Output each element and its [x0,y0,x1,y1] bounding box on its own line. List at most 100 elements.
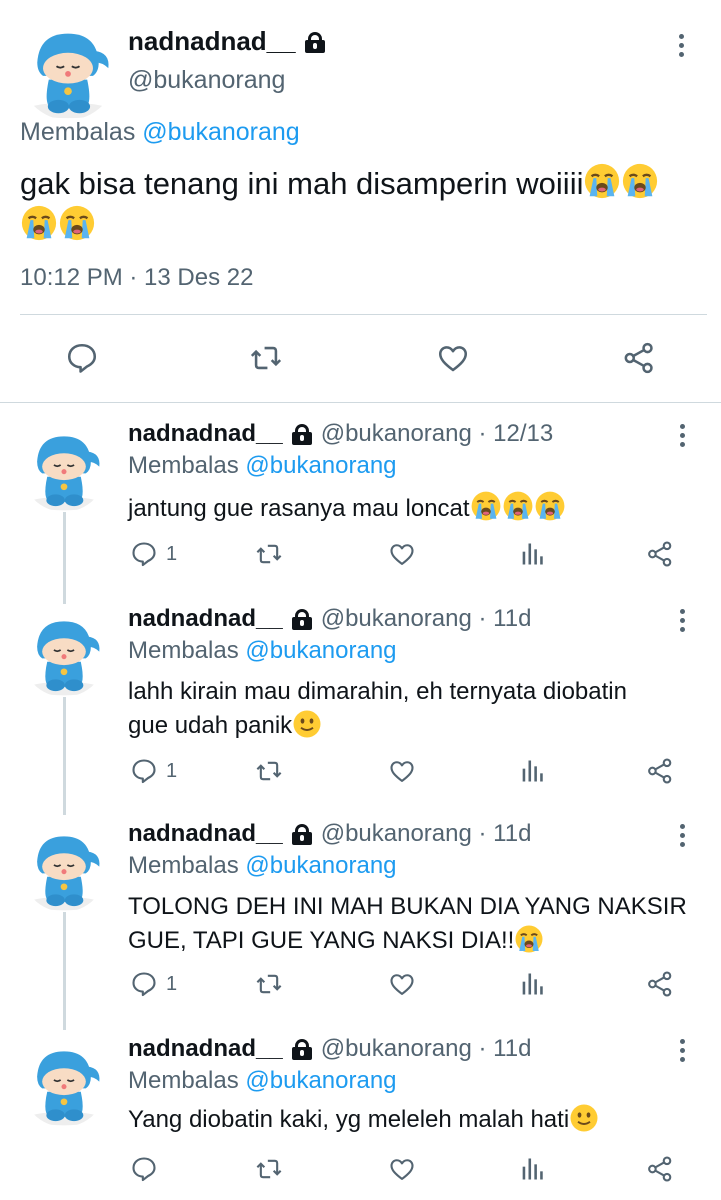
loudly-crying-emoji [502,490,534,522]
more-icon[interactable] [678,609,686,632]
replying-mention[interactable]: @bukanorang [245,452,396,479]
like-icon [388,970,416,998]
reply-button[interactable]: 1 [130,753,177,789]
retweet-button[interactable] [255,1151,283,1187]
timestamp[interactable]: 10:12 PM · 13 Des 22 [20,264,253,292]
reply-header: nadnadnad__ @bukanorang · 12/13 [128,418,553,450]
divider [0,402,721,403]
slightly-smiling-emoji [569,1103,599,1133]
tweet-actions: 1 [0,966,721,1002]
lock-icon [304,31,326,53]
like-button[interactable] [388,1151,416,1187]
share-button[interactable] [619,334,659,382]
share-button[interactable] [646,536,674,572]
reply-count: 1 [166,542,178,565]
replying-to: Membalas @bukanorang [128,852,397,880]
display-name[interactable]: nadnadnad__ [128,605,283,633]
retweet-button[interactable] [255,536,283,572]
analytics-icon [518,757,546,785]
reply-icon [130,757,158,785]
display-name-text[interactable]: nadnadnad__ [128,26,296,57]
reply-button[interactable] [130,1151,166,1187]
tweet-actions: 1 [0,536,721,572]
analytics-button[interactable] [518,966,546,1002]
reply-count: 1 [166,972,178,995]
user-handle[interactable]: @bukanorang · 11d [321,1035,532,1063]
like-button[interactable] [433,334,473,382]
replying-mention[interactable]: @bukanorang [245,852,396,879]
reply-button[interactable]: 1 [130,536,177,572]
loudly-crying-emoji [621,162,659,200]
reply-tweet[interactable]: nadnadnad__ @bukanorang · 11d Membalas @… [0,818,721,1018]
like-button[interactable] [388,966,416,1002]
retweet-button[interactable] [246,334,286,382]
retweet-button[interactable] [255,753,283,789]
avatar[interactable] [20,24,116,120]
tweet-text-body: Yang diobatin kaki, yg meleleh malah hat… [128,1106,570,1133]
more-icon[interactable] [677,34,685,57]
display-name[interactable]: nadnadnad__ [128,420,283,448]
analytics-icon [518,1155,546,1183]
share-icon [646,757,674,785]
replying-prefix: Membalas [128,1067,239,1094]
share-icon [646,1155,674,1183]
more-icon[interactable] [678,824,686,847]
loudly-crying-emoji [583,162,621,200]
main-tweet: nadnadnad__ @bukanorang Membalas @bukano… [0,0,721,403]
like-button[interactable] [388,536,416,572]
tweet-actions [0,334,721,386]
retweet-icon [255,1155,283,1183]
display-name[interactable]: nadnadnad__ [128,26,326,57]
replying-prefix: Membalas [128,452,239,479]
share-icon [646,540,674,568]
analytics-button[interactable] [518,753,546,789]
tweet-text-line: gue udah panik [128,712,293,739]
share-icon [622,341,656,375]
tweet-text-body: gak bisa tenang ini mah disamperin woiii… [20,166,584,201]
replying-mention[interactable]: @bukanorang [245,637,396,664]
share-icon [646,970,674,998]
display-name[interactable]: nadnadnad__ [128,820,283,848]
like-icon [388,757,416,785]
share-button[interactable] [646,966,674,1002]
reply-icon [130,970,158,998]
share-button[interactable] [646,753,674,789]
user-handle[interactable]: @bukanorang · 12/13 [321,420,554,448]
reply-header: nadnadnad__ @bukanorang · 11d [128,1033,531,1065]
lock-icon [291,424,313,445]
avatar[interactable] [22,828,106,912]
reply-tweet[interactable]: nadnadnad__ @bukanorang · 11d Membalas @… [0,1033,721,1200]
reply-tweet[interactable]: nadnadnad__ @bukanorang · 11d Membalas @… [0,603,721,803]
more-icon[interactable] [678,1039,686,1062]
reply-button[interactable] [62,334,102,382]
tweet-text-body: jantung gue rasanya mau loncat [128,495,470,522]
reply-header: nadnadnad__ @bukanorang · 11d [128,603,531,635]
like-button[interactable] [388,753,416,789]
analytics-button[interactable] [518,1151,546,1187]
retweet-button[interactable] [255,966,283,1002]
user-handle[interactable]: @bukanorang · 11d [321,820,532,848]
tweet-text: Yang diobatin kaki, yg meleleh malah hat… [128,1103,688,1137]
replying-to: Membalas @bukanorang [128,452,397,480]
loudly-crying-emoji [514,924,544,954]
reply-icon [65,341,99,375]
lock-icon [291,1039,313,1060]
user-handle[interactable]: @bukanorang · 11d [321,605,532,633]
avatar[interactable] [22,428,106,512]
reply-icon [130,1155,158,1183]
reply-tweet[interactable]: nadnadnad__ @bukanorang · 12/13 Membalas… [0,418,721,590]
avatar[interactable] [22,613,106,697]
replying-mention[interactable]: @bukanorang [245,1067,396,1094]
like-icon [388,1155,416,1183]
display-name[interactable]: nadnadnad__ [128,1035,283,1063]
user-handle[interactable]: @bukanorang [128,66,285,95]
share-button[interactable] [646,1151,674,1187]
avatar[interactable] [22,1043,106,1127]
loudly-crying-emoji [534,490,566,522]
more-icon[interactable] [678,424,686,447]
analytics-button[interactable] [518,536,546,572]
replying-prefix: Membalas [128,637,239,664]
reply-button[interactable]: 1 [130,966,177,1002]
replying-mention[interactable]: @bukanorang [142,118,299,146]
tweet-text: gak bisa tenang ini mah disamperin woiii… [20,162,710,246]
